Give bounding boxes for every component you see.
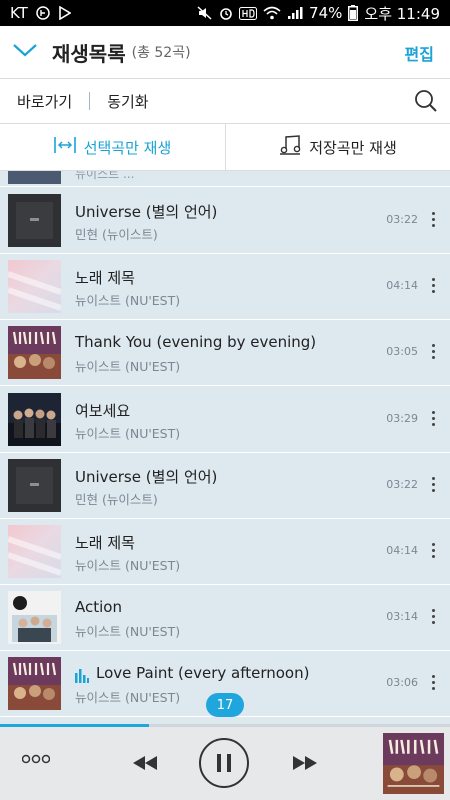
fast-forward-icon[interactable] xyxy=(292,755,318,771)
search-icon[interactable] xyxy=(414,89,438,117)
playlist-header: 재생목록 (총 52곡) 편집 xyxy=(0,26,450,78)
song-artist: 뉴이스트 (NU'EST) xyxy=(75,558,181,573)
album-art xyxy=(8,525,61,578)
melon-icon xyxy=(36,6,50,20)
list-item[interactable]: Universe (별의 언어) 민현 (뉴이스트) 03:22 xyxy=(0,188,450,254)
play-saved-button[interactable]: 저장곡만 재생 xyxy=(225,124,450,170)
now-playing-album-art[interactable] xyxy=(383,733,444,794)
pause-icon xyxy=(217,754,231,772)
song-title: 뉴이스트 ... xyxy=(75,171,135,181)
more-options-icon[interactable] xyxy=(430,475,436,495)
battery-percent: 74% xyxy=(309,4,343,22)
list-item[interactable]: 여보세요뉴이스트 (NU'EST) 03:29 xyxy=(0,387,450,453)
hd-voice-icon xyxy=(239,6,258,20)
playlist[interactable]: 뉴이스트 ... Universe (별의 언어) 민현 (뉴이스트) 03:22 노… xyxy=(0,171,450,724)
page-title: 재생목록 xyxy=(52,41,126,66)
song-artist: 뉴이스트 (NU'EST) xyxy=(75,359,181,375)
song-duration: 03:05 xyxy=(386,345,418,359)
pause-button[interactable] xyxy=(199,738,249,788)
list-item[interactable]: Thank You (evening by evening) 뉴이스트 (NU'E… xyxy=(0,320,450,387)
song-artist: 뉴이스트 (NU'EST) xyxy=(75,690,181,706)
song-count: (총 52곡) xyxy=(131,45,191,61)
rewind-icon[interactable] xyxy=(132,755,158,771)
sync-button[interactable]: 동기화 xyxy=(107,91,148,112)
list-item[interactable]: Action 뉴이스트 (NU'EST) 03:14 xyxy=(0,585,450,652)
separator xyxy=(89,92,91,110)
more-options-icon[interactable] xyxy=(430,342,436,362)
song-artist: 뉴이스트 (NU'EST) xyxy=(75,425,181,441)
collapse-chevron-icon[interactable] xyxy=(12,42,38,62)
shortcut-bar: 바로가기 동기화 xyxy=(0,79,450,123)
album-art xyxy=(8,657,61,711)
song-title: 노래 제목 xyxy=(75,269,135,288)
song-artist: 뉴이스트 (NU'EST) xyxy=(75,624,181,640)
alarm-icon xyxy=(219,6,233,20)
song-artist: 뉴이스트 (NU'EST) xyxy=(75,293,181,309)
mini-player xyxy=(0,727,450,800)
song-title: Action xyxy=(75,598,122,617)
list-item[interactable]: 뉴이스트 ... xyxy=(0,171,450,187)
song-artist: 민현 (뉴이스트) xyxy=(75,227,158,242)
album-art xyxy=(8,458,61,512)
select-range-icon xyxy=(53,136,76,158)
music-note-icon xyxy=(279,135,301,159)
album-art xyxy=(8,326,61,380)
song-title: Universe (별의 언어) xyxy=(75,203,218,221)
song-duration: 03:22 xyxy=(386,477,418,491)
play-store-icon xyxy=(58,6,71,20)
list-item[interactable]: 노래 제목뉴이스트 (NU'EST) 04:14 xyxy=(0,519,450,585)
play-selected-button[interactable]: 선택곡만 재생 xyxy=(0,124,225,170)
play-saved-label: 저장곡만 재생 xyxy=(309,138,397,157)
song-duration: 03:14 xyxy=(386,610,418,624)
more-options-icon[interactable] xyxy=(430,276,436,296)
mute-icon xyxy=(197,6,213,20)
page-indicator: 17 xyxy=(206,693,244,717)
album-art xyxy=(8,392,61,446)
song-duration: 04:14 xyxy=(386,544,418,557)
more-options-icon[interactable] xyxy=(430,409,436,429)
status-bar: KT 74% 오후 11:49 xyxy=(0,0,450,26)
more-horizontal-icon[interactable] xyxy=(22,754,50,764)
song-title: Universe (별의 언어) xyxy=(75,467,218,486)
play-selected-label: 선택곡만 재생 xyxy=(83,138,172,157)
now-playing-equalizer-icon xyxy=(75,667,89,687)
signal-icon xyxy=(287,6,303,20)
carrier-label: KT xyxy=(10,4,28,22)
more-options-icon[interactable] xyxy=(430,607,436,627)
battery-icon xyxy=(348,5,359,21)
play-mode-bar: 선택곡만 재생 저장곡만 재생 xyxy=(0,124,450,170)
album-art xyxy=(8,260,61,314)
clock: 오후 11:49 xyxy=(364,4,440,23)
list-item[interactable]: Universe (별의 언어) 민현 (뉴이스트) 03:22 xyxy=(0,453,450,519)
album-art xyxy=(8,591,61,645)
more-options-icon[interactable] xyxy=(430,541,436,561)
more-options-icon[interactable] xyxy=(430,673,436,693)
song-duration: 04:14 xyxy=(386,279,418,293)
more-options-icon[interactable] xyxy=(430,210,436,230)
song-title: Love Paint (every afternoon) xyxy=(96,664,310,683)
album-art xyxy=(8,171,61,184)
wifi-icon xyxy=(263,6,281,20)
song-title: 노래 제목 xyxy=(75,534,135,552)
edit-button[interactable]: 편집 xyxy=(405,41,434,65)
song-artist: 민현 (뉴이스트) xyxy=(75,491,158,507)
song-duration: 03:22 xyxy=(386,213,418,226)
song-duration: 03:06 xyxy=(386,676,418,690)
song-title: 여보세요 xyxy=(75,401,131,420)
song-duration: 03:29 xyxy=(386,411,418,425)
album-art xyxy=(8,194,61,247)
song-title: Thank You (evening by evening) xyxy=(75,333,317,352)
list-item[interactable]: 노래 제목뉴이스트 (NU'EST) 04:14 xyxy=(0,254,450,321)
goto-button[interactable]: 바로가기 xyxy=(17,91,72,112)
